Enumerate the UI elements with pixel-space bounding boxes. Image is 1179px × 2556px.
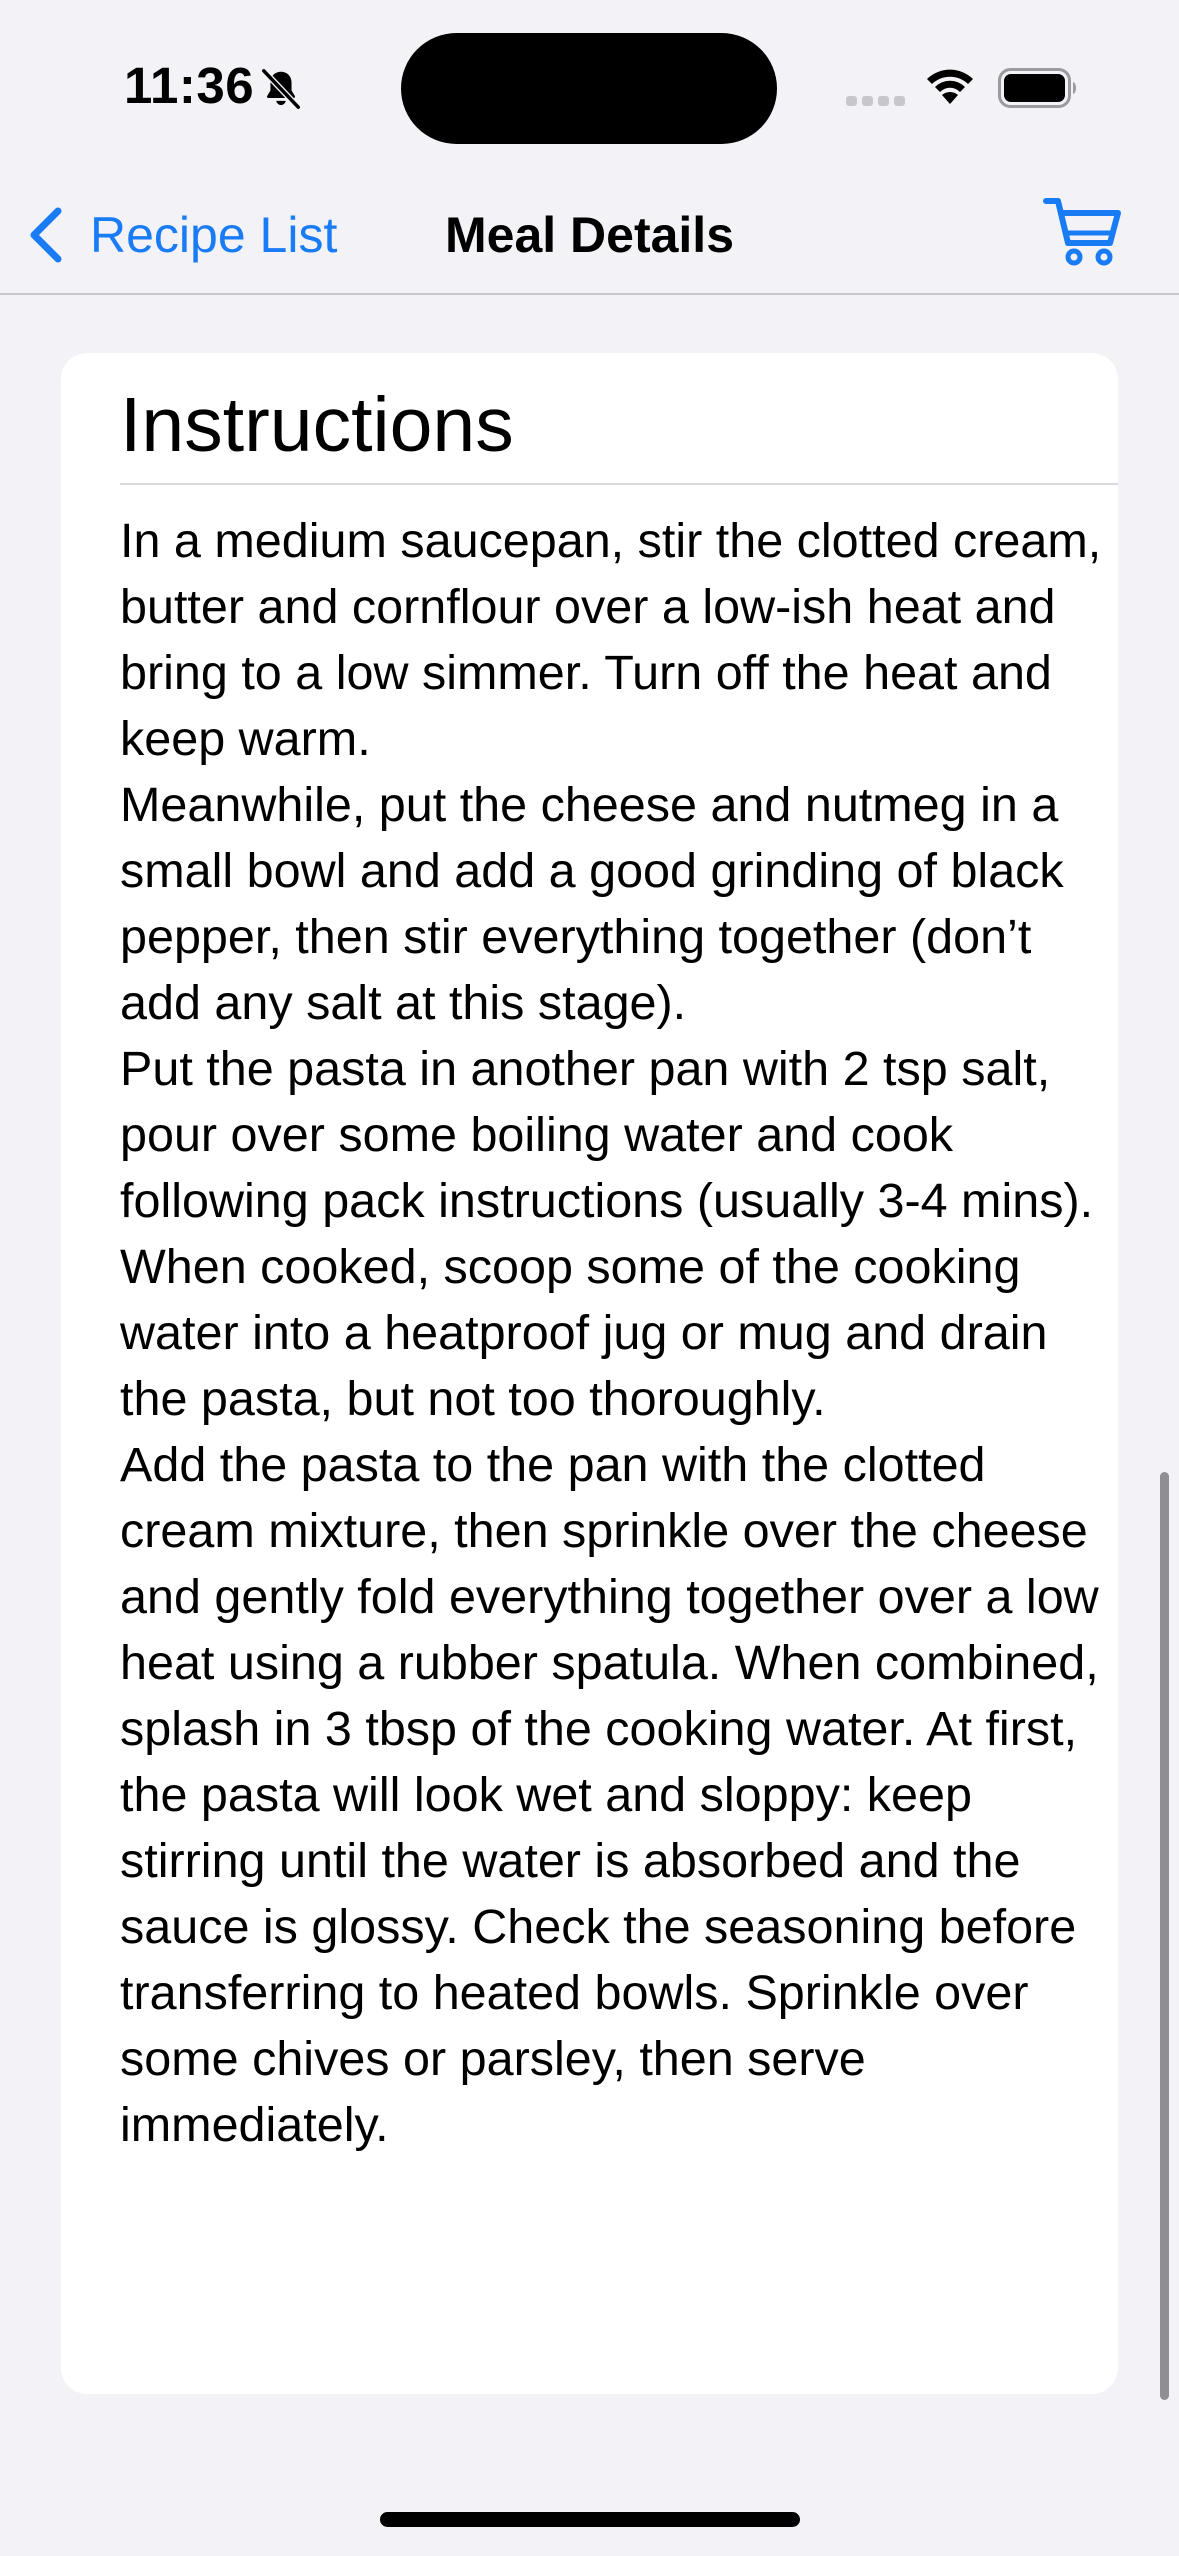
back-button-label: Recipe List [90, 207, 338, 263]
home-indicator[interactable] [380, 2512, 800, 2527]
wifi-icon [927, 69, 973, 104]
section-title: Instructions [120, 382, 514, 468]
navigation-bar: Recipe List Meal Details [0, 175, 1179, 295]
status-bar: 11:36 [0, 0, 1179, 175]
status-time: 11:36 [124, 57, 255, 114]
instructions-card: Instructions In a medium saucepan, stir … [61, 353, 1118, 2394]
cart-icon[interactable] [1042, 189, 1124, 271]
divider [120, 483, 1118, 485]
dynamic-island [401, 33, 777, 144]
back-button[interactable]: Recipe List [24, 195, 337, 275]
scroll-indicator[interactable] [1160, 1472, 1169, 2400]
bell-slash-icon [260, 67, 302, 111]
instructions-text: In a medium saucepan, stir the clotted c… [120, 514, 1102, 2152]
cellular-signal-icon [846, 96, 905, 106]
chevron-left-icon [30, 207, 62, 263]
battery-icon [998, 68, 1076, 108]
